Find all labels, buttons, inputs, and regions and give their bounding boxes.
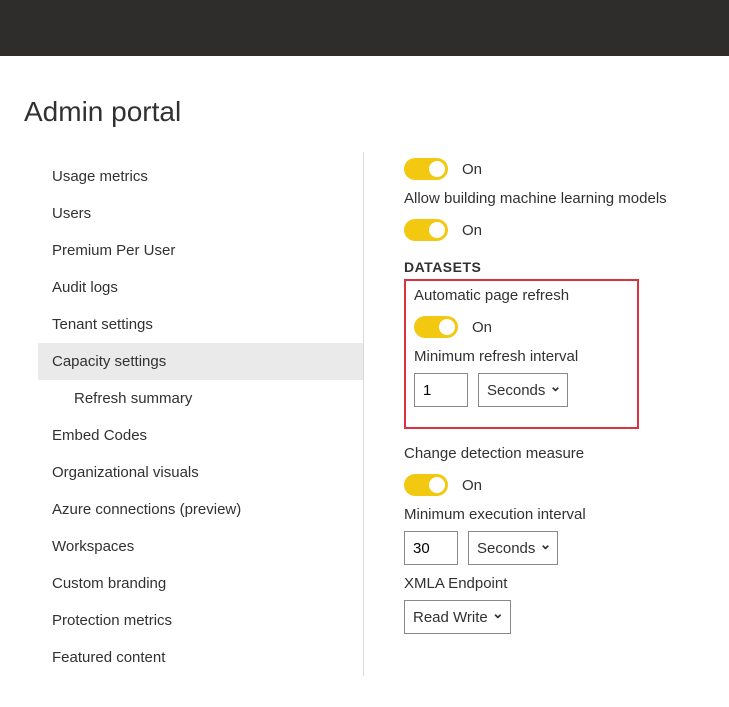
sidebar: Usage metrics Users Premium Per User Aud… bbox=[24, 152, 364, 676]
min-refresh-interval-label: Minimum refresh interval bbox=[414, 348, 629, 365]
sidebar-item-premium-per-user[interactable]: Premium Per User bbox=[38, 232, 363, 269]
sidebar-item-capacity-settings[interactable]: Capacity settings bbox=[38, 343, 363, 380]
change-detection-heading: Change detection measure bbox=[404, 445, 705, 462]
sidebar-item-tenant-settings[interactable]: Tenant settings bbox=[38, 306, 363, 343]
auto-refresh-highlighted-box: Automatic page refresh On Minimum refres… bbox=[404, 279, 639, 429]
min-refresh-interval-unit-select[interactable]: Seconds bbox=[478, 373, 568, 407]
top-toggle-1-label: On bbox=[462, 161, 482, 178]
sidebar-item-featured-content[interactable]: Featured content bbox=[38, 639, 363, 676]
sidebar-item-custom-branding[interactable]: Custom branding bbox=[38, 565, 363, 602]
auto-page-refresh-toggle-label: On bbox=[472, 319, 492, 336]
auto-page-refresh-heading: Automatic page refresh bbox=[414, 287, 629, 304]
sidebar-item-audit-logs[interactable]: Audit logs bbox=[38, 269, 363, 306]
sidebar-item-protection-metrics[interactable]: Protection metrics bbox=[38, 602, 363, 639]
auto-page-refresh-toggle[interactable] bbox=[414, 316, 458, 338]
datasets-section-header: DATASETS bbox=[404, 259, 705, 275]
ml-models-heading: Allow building machine learning models bbox=[404, 190, 705, 207]
min-execution-interval-input[interactable] bbox=[404, 531, 458, 565]
top-toggle-1[interactable] bbox=[404, 158, 448, 180]
sidebar-item-organizational-visuals[interactable]: Organizational visuals bbox=[38, 454, 363, 491]
sidebar-item-workspaces[interactable]: Workspaces bbox=[38, 528, 363, 565]
ml-models-toggle[interactable] bbox=[404, 219, 448, 241]
min-execution-interval-label: Minimum execution interval bbox=[404, 506, 705, 523]
ml-models-toggle-label: On bbox=[462, 222, 482, 239]
change-detection-toggle-label: On bbox=[462, 477, 482, 494]
min-execution-interval-unit-select[interactable]: Seconds bbox=[468, 531, 558, 565]
xmla-endpoint-label: XMLA Endpoint bbox=[404, 575, 705, 592]
change-detection-toggle[interactable] bbox=[404, 474, 448, 496]
sidebar-item-users[interactable]: Users bbox=[38, 195, 363, 232]
sidebar-item-usage-metrics[interactable]: Usage metrics bbox=[38, 158, 363, 195]
top-bar bbox=[0, 0, 729, 56]
min-refresh-interval-input[interactable] bbox=[414, 373, 468, 407]
sidebar-item-refresh-summary[interactable]: Refresh summary bbox=[38, 380, 363, 417]
xmla-endpoint-select[interactable]: Read Write bbox=[404, 600, 511, 634]
page-title: Admin portal bbox=[24, 96, 705, 128]
sidebar-item-embed-codes[interactable]: Embed Codes bbox=[38, 417, 363, 454]
settings-panel: On Allow building machine learning model… bbox=[364, 152, 705, 676]
sidebar-item-azure-connections[interactable]: Azure connections (preview) bbox=[38, 491, 363, 528]
